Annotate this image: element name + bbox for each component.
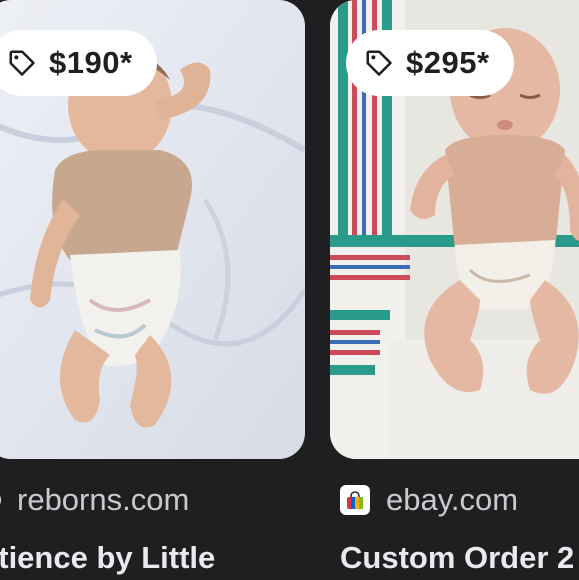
price-badge: $190*: [0, 30, 157, 96]
tag-icon: [366, 50, 392, 76]
price-badge: $295*: [346, 30, 514, 96]
product-image[interactable]: $295*: [330, 0, 579, 459]
reborns-favicon: [0, 489, 1, 511]
product-image[interactable]: $190*: [0, 0, 305, 459]
price-text: $295*: [406, 45, 490, 80]
merchant-name: ebay.com: [386, 482, 519, 517]
product-title[interactable]: atience by Little: [0, 540, 215, 576]
ebay-shopping-bag-icon: [340, 485, 370, 515]
tag-icon: [9, 50, 35, 76]
shopping-results-viewport: $190* reborns.com atience by Little $295…: [0, 0, 579, 580]
merchant-source[interactable]: ebay.com: [340, 478, 518, 522]
merchant-source[interactable]: reborns.com: [0, 478, 189, 522]
product-card[interactable]: $295* ebay.com Custom Order 2: [330, 0, 579, 575]
product-card[interactable]: $190* reborns.com atience by Little: [0, 0, 305, 575]
product-title[interactable]: Custom Order 2: [340, 540, 574, 576]
merchant-name: reborns.com: [17, 482, 190, 517]
price-text: $190*: [49, 45, 133, 80]
